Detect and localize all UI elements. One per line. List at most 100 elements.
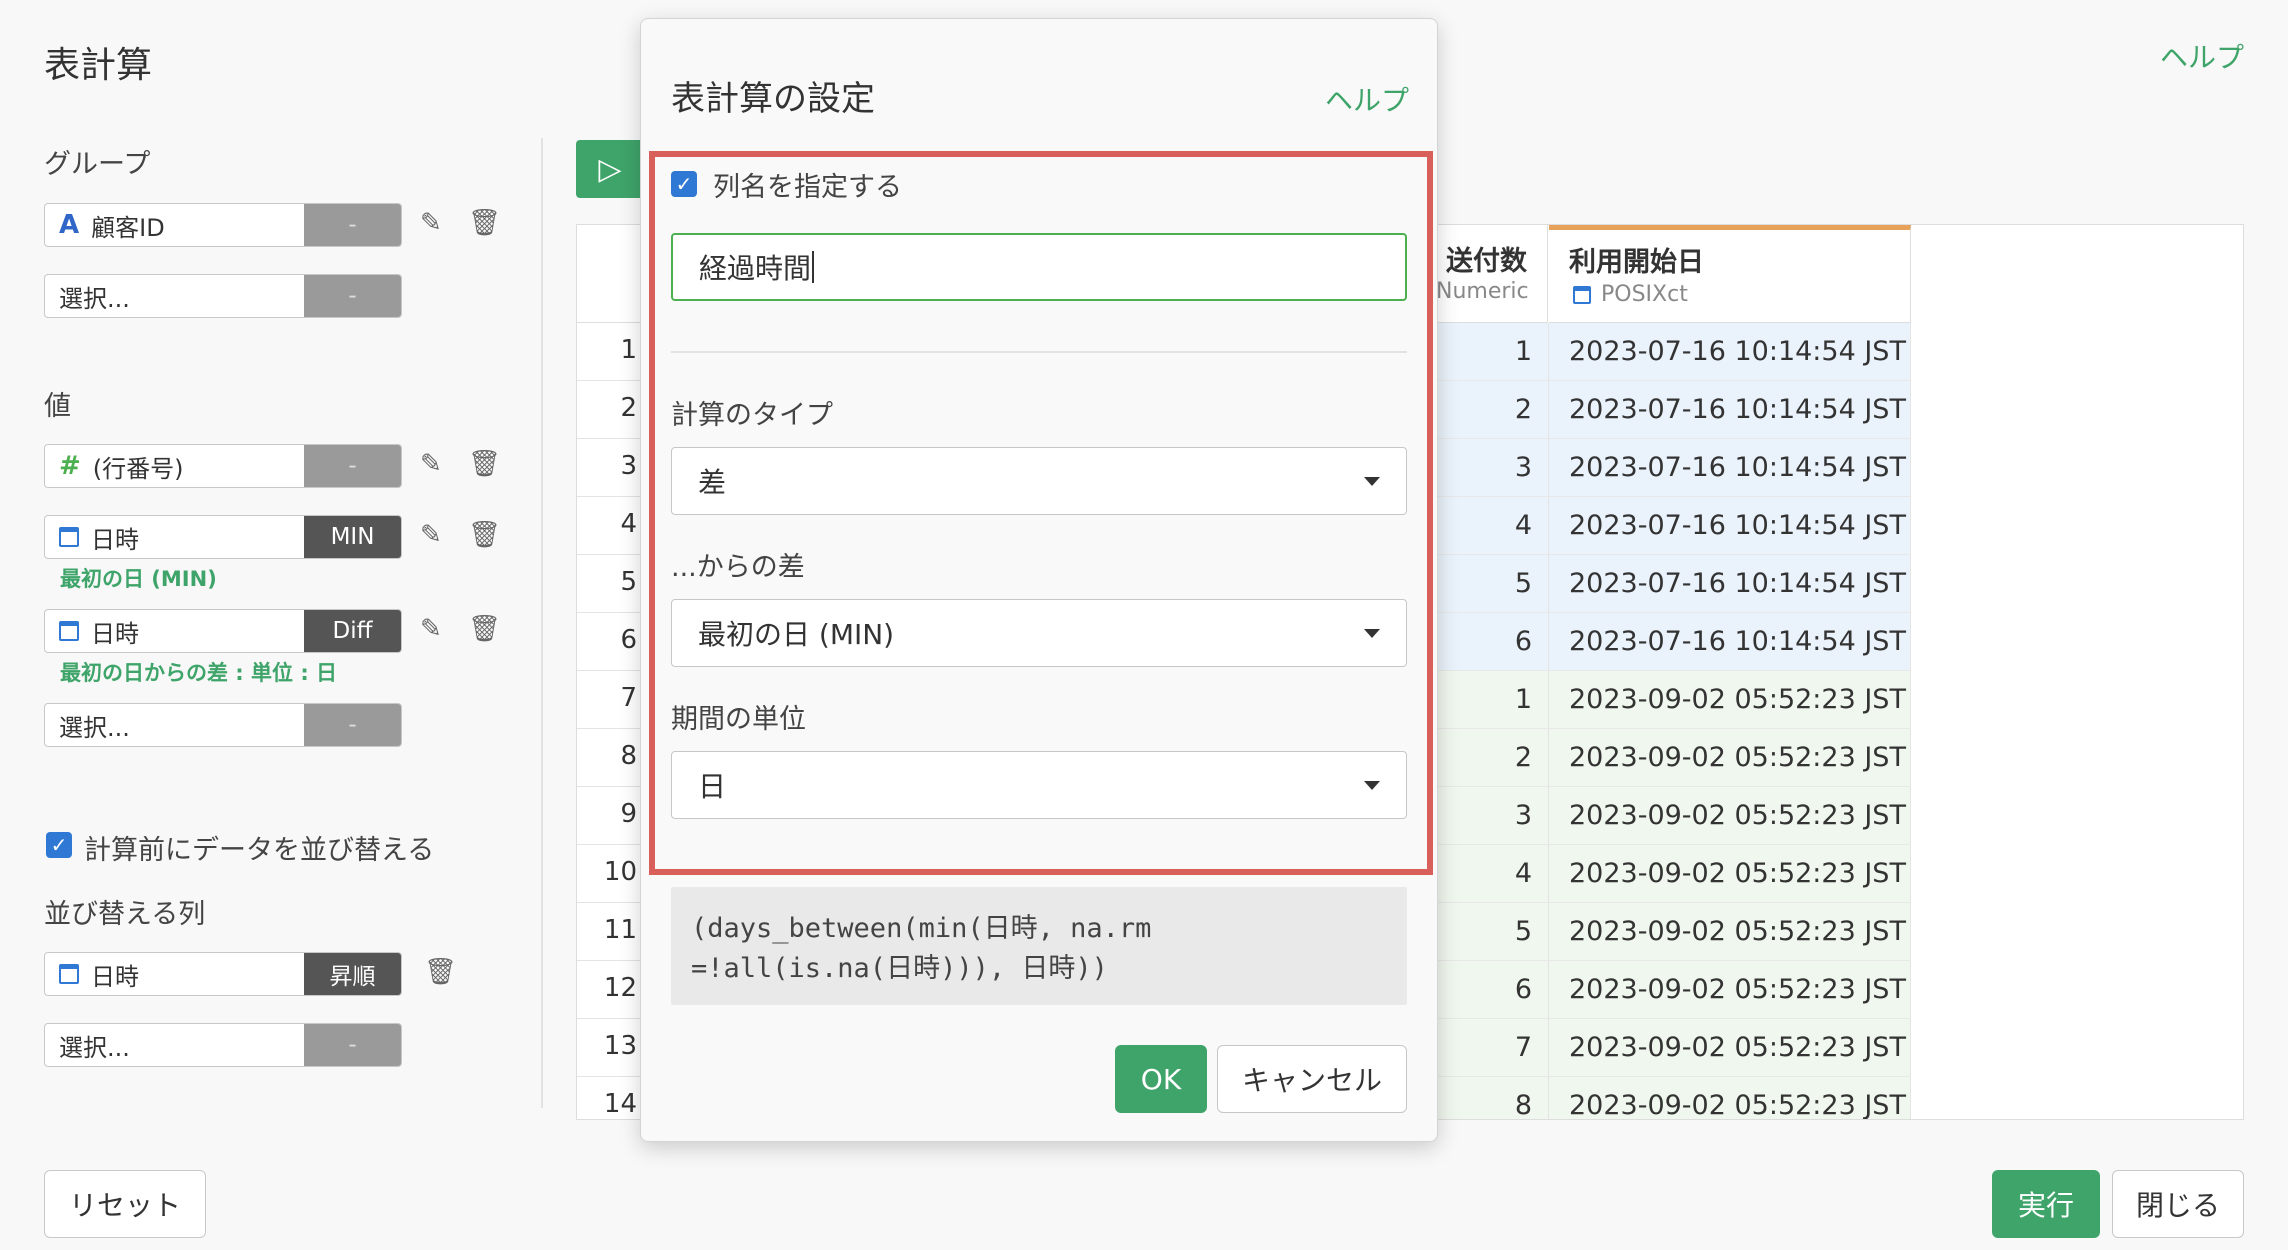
table-cell-start-date: 2023-07-16 10:14:54 JST bbox=[1549, 381, 1911, 439]
period-unit-label: 期間の単位 bbox=[671, 704, 806, 735]
table-cell-start-date: 2023-07-16 10:14:54 JST bbox=[1549, 613, 1911, 671]
value-note-min: 最初の日 (MIN) bbox=[60, 567, 217, 591]
table-cell-start-date: 2023-07-16 10:14:54 JST bbox=[1549, 439, 1911, 497]
row-number: 10 bbox=[603, 857, 637, 887]
sort-columns-label: 並び替える列 bbox=[44, 899, 206, 930]
row-number: 3 bbox=[620, 451, 637, 481]
table-cell-send-count: 6 bbox=[1437, 961, 1549, 1019]
row-number: 13 bbox=[603, 1031, 637, 1061]
value-label: 日時 bbox=[91, 619, 139, 648]
trash-icon[interactable]: 🗑 bbox=[468, 520, 501, 550]
edit-icon[interactable]: ✎ bbox=[420, 208, 442, 238]
value-agg-button[interactable]: - bbox=[304, 445, 401, 487]
value-datetime-min[interactable]: 日時 MIN bbox=[44, 515, 402, 559]
table-cell-send-count: 5 bbox=[1437, 903, 1549, 961]
help-link[interactable]: ヘルプ bbox=[2160, 36, 2244, 76]
table-cell-send-count: 3 bbox=[1437, 439, 1549, 497]
generated-expression: (days_between(min(日時, na.rm =!all(is.na(日… bbox=[671, 887, 1407, 1005]
table-cell-start-date: 2023-09-02 05:52:23 JST bbox=[1549, 1019, 1911, 1077]
preview-run-icon[interactable]: ▷ bbox=[576, 140, 644, 198]
value-agg-min[interactable]: MIN bbox=[304, 516, 401, 558]
table-cell-send-count: 1 bbox=[1437, 671, 1549, 729]
row-number: 4 bbox=[620, 509, 637, 539]
table-cell-start-date: 2023-07-16 10:14:54 JST bbox=[1549, 497, 1911, 555]
expression-line: (days_between(min(日時, na.rm bbox=[691, 913, 1152, 944]
table-cell-send-count: 7 bbox=[1437, 1019, 1549, 1077]
sort-select[interactable]: 選択... - bbox=[44, 1023, 402, 1067]
row-number: 11 bbox=[603, 915, 637, 945]
expression-line: =!all(is.na(日時))), 日時)) bbox=[691, 953, 1108, 984]
row-number: 9 bbox=[620, 799, 637, 829]
table-cell-start-date: 2023-09-02 05:52:23 JST bbox=[1549, 1077, 1911, 1119]
calendar-icon bbox=[59, 527, 79, 547]
trash-icon[interactable]: 🗑 bbox=[468, 614, 501, 644]
group-select-placeholder: 選択... bbox=[59, 284, 130, 313]
cancel-button[interactable]: キャンセル bbox=[1217, 1045, 1407, 1113]
column-header-send-count[interactable]: 送付数 Numeric bbox=[1436, 225, 1548, 323]
value-agg-diff[interactable]: Diff bbox=[304, 610, 401, 652]
sort-select-agg[interactable]: - bbox=[304, 1024, 401, 1066]
calendar-icon bbox=[59, 621, 79, 641]
value-label: 日時 bbox=[91, 525, 139, 554]
numeric-type-icon: # bbox=[59, 451, 81, 481]
trash-icon[interactable]: 🗑 bbox=[468, 449, 501, 479]
column-name: 送付数 bbox=[1446, 246, 1527, 277]
row-number: 12 bbox=[603, 973, 637, 1003]
column-name-checkbox-label: 列名を指定する bbox=[713, 172, 902, 203]
calc-type-select[interactable]: 差 bbox=[671, 447, 1407, 515]
dialog-help-link[interactable]: ヘルプ bbox=[1325, 79, 1409, 119]
run-button[interactable]: 実行 bbox=[1992, 1170, 2100, 1238]
reset-button[interactable]: リセット bbox=[44, 1170, 206, 1238]
value-select-agg[interactable]: - bbox=[304, 704, 401, 746]
trash-icon[interactable]: 🗑 bbox=[468, 208, 501, 238]
column-name-value: 経過時間 bbox=[699, 252, 812, 285]
table-cell-send-count: 8 bbox=[1437, 1077, 1549, 1119]
group-agg-button[interactable]: - bbox=[304, 204, 401, 246]
edit-icon[interactable]: ✎ bbox=[420, 520, 442, 550]
value-select-placeholder: 選択... bbox=[59, 713, 130, 742]
chevron-down-icon bbox=[1364, 780, 1380, 790]
ok-button[interactable]: OK bbox=[1115, 1045, 1207, 1113]
table-cell-send-count: 2 bbox=[1437, 381, 1549, 439]
table-cell-start-date: 2023-09-02 05:52:23 JST bbox=[1549, 903, 1911, 961]
table-cell-send-count: 4 bbox=[1437, 845, 1549, 903]
sort-column-label: 日時 bbox=[91, 962, 139, 991]
trash-icon[interactable]: 🗑 bbox=[424, 957, 457, 987]
column-name-input[interactable]: 経過時間 bbox=[671, 233, 1407, 301]
page-title: 表計算 bbox=[44, 45, 153, 86]
edit-icon[interactable]: ✎ bbox=[420, 614, 442, 644]
table-cell-send-count: 4 bbox=[1437, 497, 1549, 555]
group-select-agg[interactable]: - bbox=[304, 275, 401, 317]
column-header-start-date[interactable]: 利用開始日 POSIXct bbox=[1549, 225, 1911, 323]
table-cell-start-date: 2023-07-16 10:14:54 JST bbox=[1549, 323, 1911, 381]
table-calc-settings-dialog: 表計算の設定 ヘルプ ✓ 列名を指定する 経過時間 計算のタイプ 差 ...から… bbox=[640, 18, 1438, 1142]
group-column-customer-id[interactable]: A 顧客ID - bbox=[44, 203, 402, 247]
sort-order-button[interactable]: 昇順 bbox=[304, 953, 401, 995]
diff-from-select[interactable]: 最初の日 (MIN) bbox=[671, 599, 1407, 667]
value-datetime-diff[interactable]: 日時 Diff bbox=[44, 609, 402, 653]
value-row-number[interactable]: # (行番号) - bbox=[44, 444, 402, 488]
table-cell-start-date: 2023-07-16 10:14:54 JST bbox=[1549, 555, 1911, 613]
value-select[interactable]: 選択... - bbox=[44, 703, 402, 747]
group-select[interactable]: 選択... - bbox=[44, 274, 402, 318]
calc-type-value: 差 bbox=[698, 466, 727, 499]
close-button[interactable]: 閉じる bbox=[2112, 1170, 2244, 1238]
calc-type-label: 計算のタイプ bbox=[671, 400, 833, 431]
value-label: (行番号) bbox=[92, 454, 184, 483]
diff-from-value: 最初の日 (MIN) bbox=[698, 618, 895, 651]
table-cell-send-count: 1 bbox=[1437, 323, 1549, 381]
period-unit-value: 日 bbox=[698, 770, 727, 803]
string-type-icon: A bbox=[59, 210, 80, 240]
edit-icon[interactable]: ✎ bbox=[420, 449, 442, 479]
column-name-checkbox[interactable]: ✓ bbox=[671, 171, 697, 197]
table-cell-start-date: 2023-09-02 05:52:23 JST bbox=[1549, 845, 1911, 903]
row-number: 7 bbox=[620, 683, 637, 713]
sort-column-datetime[interactable]: 日時 昇順 bbox=[44, 952, 402, 996]
period-unit-select[interactable]: 日 bbox=[671, 751, 1407, 819]
sort-before-calc-checkbox[interactable]: ✓ bbox=[46, 832, 72, 858]
sort-before-calc-label: 計算前にデータを並び替える bbox=[84, 835, 435, 866]
column-type: Numeric bbox=[1436, 279, 1529, 304]
table-cell-send-count: 5 bbox=[1437, 555, 1549, 613]
panel-divider bbox=[541, 138, 543, 1108]
row-number: 8 bbox=[620, 741, 637, 771]
